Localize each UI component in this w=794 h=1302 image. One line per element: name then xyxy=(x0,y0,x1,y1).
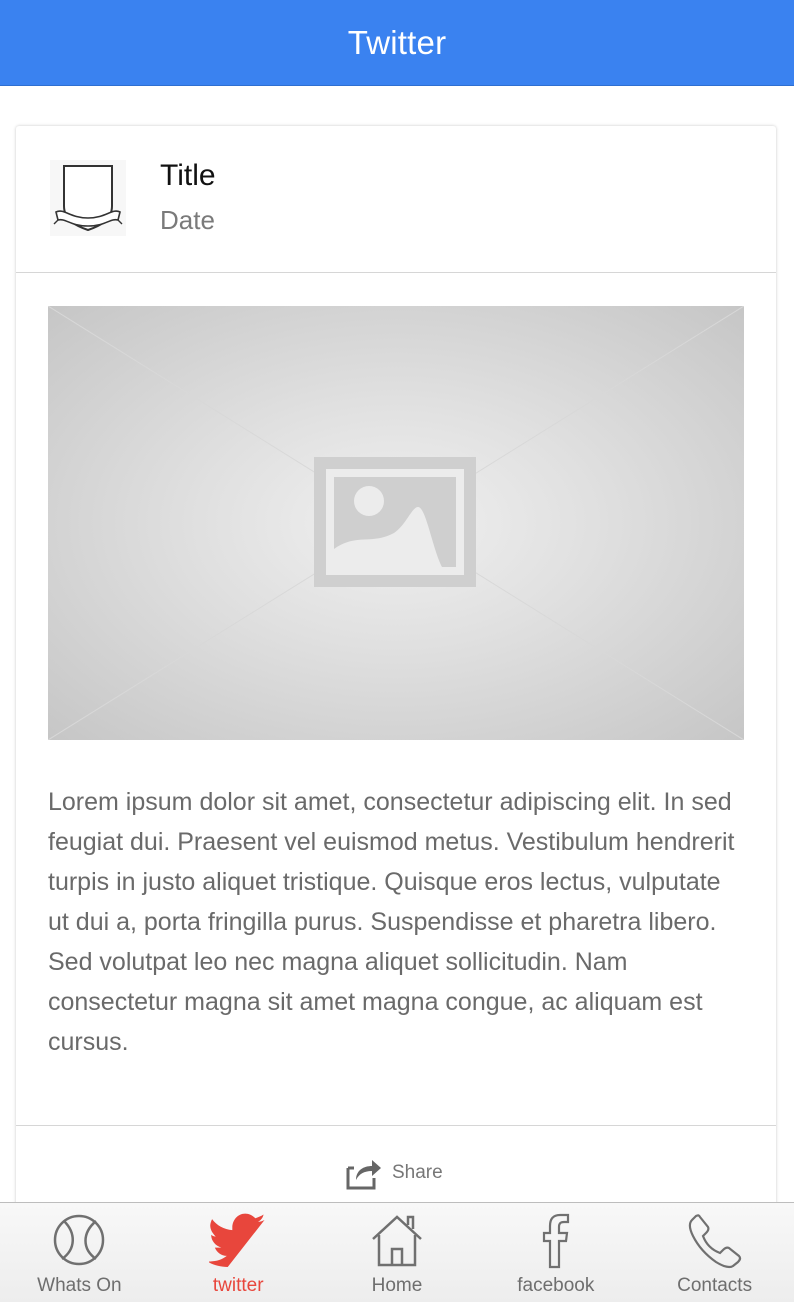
facebook-icon xyxy=(542,1213,569,1269)
share-button[interactable]: Share xyxy=(344,1156,443,1190)
tab-label: Whats On xyxy=(37,1275,122,1296)
image-placeholder-icon xyxy=(314,457,476,587)
post-body: Lorem ipsum dolor sit amet, consectetur … xyxy=(48,788,735,1056)
share-label: Share xyxy=(392,1162,443,1183)
twitter-bird-icon xyxy=(209,1213,265,1267)
card-title: Title xyxy=(160,159,216,192)
tab-label: twitter xyxy=(212,1275,264,1296)
app-header: Twitter xyxy=(0,0,794,86)
shield-crest-icon xyxy=(50,160,126,236)
tab-twitter[interactable]: twitter xyxy=(159,1203,318,1302)
tab-home[interactable]: Home xyxy=(318,1203,477,1302)
tab-label: Contacts xyxy=(677,1275,753,1296)
tab-whats-on[interactable]: Whats On xyxy=(0,1203,159,1302)
header-title: Twitter xyxy=(347,23,447,61)
share-icon xyxy=(346,1160,381,1190)
tab-facebook[interactable]: facebook xyxy=(476,1203,635,1302)
post-image xyxy=(48,306,744,740)
ball-icon xyxy=(54,1214,105,1266)
post-card: Title Date Lorem ipsum dolor sit amet, c… xyxy=(16,126,776,1226)
card-date: Date xyxy=(160,205,215,235)
home-icon xyxy=(372,1215,422,1267)
phone-icon xyxy=(688,1214,741,1269)
tab-bar: Whats On twitter Home facebook Contacts xyxy=(0,1202,794,1302)
tab-label: Home xyxy=(371,1275,423,1296)
tab-contacts[interactable]: Contacts xyxy=(635,1203,794,1302)
card-header: Title Date xyxy=(16,126,776,273)
tab-label: facebook xyxy=(517,1275,595,1296)
